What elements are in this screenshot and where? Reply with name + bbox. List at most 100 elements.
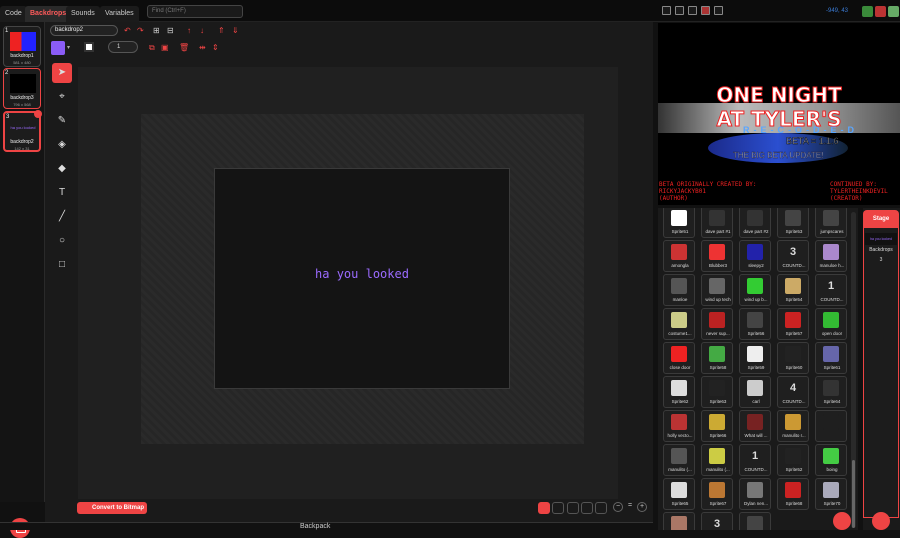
sprite-item[interactable]: Sprite53 <box>777 208 809 238</box>
backdrop-item-3[interactable]: 3 ha you looked backdrop2 142 x 31 <box>3 110 42 152</box>
fill-tool[interactable]: ◆ <box>52 159 72 179</box>
sprite-item[interactable]: What will ... <box>739 410 771 442</box>
sprite-item[interactable]: manuloe h... <box>815 240 847 272</box>
zoom-out-icon[interactable]: − <box>613 502 623 512</box>
small-stage-icon[interactable] <box>662 6 671 15</box>
forward-icon[interactable]: ↑ <box>187 27 195 35</box>
copy-icon[interactable]: ⧉ <box>149 44 157 52</box>
brush-size-icon[interactable] <box>567 502 579 514</box>
sprite-item[interactable]: holly vecto... <box>663 410 695 442</box>
sprite-item[interactable]: Sprite70 <box>815 478 847 510</box>
sprite-item[interactable]: Sprite63 <box>701 376 733 408</box>
sprite-item[interactable]: close door <box>663 342 695 374</box>
sprite-item[interactable]: Sprite66 <box>701 410 733 442</box>
select-tool[interactable]: ➤ <box>52 63 72 83</box>
sprite-item[interactable]: manulito (... <box>663 444 695 476</box>
bitmap-mode-icon[interactable] <box>552 502 564 514</box>
sprite-item[interactable]: Sprite52 <box>777 444 809 476</box>
rectangle-tool[interactable]: □ <box>52 255 72 275</box>
sprite-item[interactable]: Dylan nen... <box>739 478 771 510</box>
green-flag-icon[interactable] <box>862 6 873 17</box>
stage-thumbnail[interactable]: ha you looked <box>865 233 897 245</box>
stage-target-box[interactable] <box>863 228 899 518</box>
sprite-item[interactable]: Sprite65 <box>663 478 695 510</box>
find-input[interactable]: Find (Ctrl+F) <box>147 5 243 18</box>
sprite-item[interactable]: Sprite69 <box>663 512 695 530</box>
sprite-item[interactable]: Sprite54 <box>777 274 809 306</box>
sprite-item[interactable]: carl <box>739 376 771 408</box>
sprite-item[interactable]: amongla <box>663 240 695 272</box>
sprite-item[interactable]: manulito r... <box>777 410 809 442</box>
sprite-item[interactable]: sleepy2 <box>739 240 771 272</box>
canvas-text[interactable]: ha you looked <box>214 267 510 281</box>
eraser-size-icon[interactable] <box>581 502 593 514</box>
large-stage-icon[interactable] <box>688 6 697 15</box>
paint-canvas[interactable]: ha you looked <box>78 67 618 499</box>
sprite-item[interactable]: Sprite51 <box>663 208 695 238</box>
chevron-down-icon[interactable]: ▾ <box>67 44 75 52</box>
stage-view[interactable]: ONE NIGHT AT TYLER'S R-E-C-O-D-E-D BETA … <box>658 23 900 205</box>
flip-horizontal-icon[interactable]: ⇹ <box>199 44 207 52</box>
sprite-item[interactable]: 1 COUNTD... <box>815 274 847 306</box>
stop-icon[interactable] <box>875 6 886 17</box>
front-icon[interactable]: ⇑ <box>218 27 226 35</box>
sprite-item[interactable]: wind up b... <box>739 274 771 306</box>
brush-tool[interactable]: ✎ <box>52 111 72 131</box>
sprite-item[interactable]: 1 COUNTD... <box>739 444 771 476</box>
back-icon[interactable]: ⇓ <box>232 27 240 35</box>
costume-name-input[interactable]: backdrop2 <box>50 25 118 36</box>
eraser-tool[interactable]: ◈ <box>52 135 72 155</box>
flip-vertical-icon[interactable]: ⇕ <box>212 44 220 52</box>
line-tool[interactable]: ╱ <box>52 207 72 227</box>
tab-backdrops[interactable]: Backdrops <box>25 6 72 22</box>
sprite-item[interactable]: Sprite61 <box>815 342 847 374</box>
paste-icon[interactable]: ▣ <box>161 44 169 52</box>
backward-icon[interactable]: ↓ <box>200 27 208 35</box>
backdrop-item-1[interactable]: 1 backdrop1 581 x 480 <box>3 26 41 67</box>
sprite-item[interactable]: manloe <box>663 274 695 306</box>
sprite-item[interactable]: Sprite59 <box>739 342 771 374</box>
backpack-label[interactable]: Backpack <box>300 523 330 530</box>
reshape-tool[interactable]: ⌖ <box>52 87 72 107</box>
tab-variables[interactable]: Variables <box>100 6 139 22</box>
sprite-item[interactable]: Sprite57 <box>777 308 809 340</box>
ungroup-icon[interactable]: ⊟ <box>167 27 175 35</box>
sprite-item[interactable]: manulito (... <box>701 444 733 476</box>
choose-sprite-button[interactable] <box>833 512 851 530</box>
sprite-item[interactable] <box>815 410 847 442</box>
turbo-icon[interactable] <box>888 6 899 17</box>
sprite-item[interactable]: 4 COUNTD... <box>777 376 809 408</box>
tab-code[interactable]: Code <box>0 6 27 22</box>
sprite-item[interactable]: hes-alway... <box>739 512 771 530</box>
fill-color-swatch[interactable] <box>51 41 65 55</box>
sprite-item[interactable]: never sup... <box>701 308 733 340</box>
redo-icon[interactable]: ↷ <box>137 27 145 35</box>
fullscreen-icon[interactable] <box>714 6 723 15</box>
sprite-item[interactable]: boing <box>815 444 847 476</box>
outline-width-input[interactable]: 1 <box>108 41 138 53</box>
sprite-list-scroll-thumb[interactable] <box>852 460 855 528</box>
group-icon[interactable]: ⊞ <box>153 27 161 35</box>
delete-icon[interactable]: 🗑 <box>179 44 189 52</box>
sprite-item[interactable]: Sprite67 <box>701 478 733 510</box>
sprite-item[interactable]: Sprite68 <box>777 478 809 510</box>
sprite-item[interactable]: Sprite64 <box>815 376 847 408</box>
vector-mode-icon[interactable] <box>538 502 550 514</box>
outline-color-swatch[interactable] <box>84 42 94 52</box>
choose-backdrop-stage-button[interactable] <box>872 512 890 530</box>
stage-mode-icon[interactable] <box>701 6 710 15</box>
stage-header[interactable]: Stage <box>863 210 899 228</box>
zoom-reset-button[interactable]: = <box>625 502 635 512</box>
convert-to-bitmap-button[interactable]: Convert to Bitmap <box>77 502 147 514</box>
zoom-in-icon[interactable]: + <box>637 502 647 512</box>
sprite-item[interactable]: wind up tech <box>701 274 733 306</box>
sprite-item[interactable]: jumpscares <box>815 208 847 238</box>
undo-icon[interactable]: ↶ <box>124 27 132 35</box>
delete-icon[interactable] <box>34 110 42 118</box>
backdrop-item-2[interactable]: 2 backdrop3 796 x 568 <box>3 68 41 109</box>
sprite-item[interactable]: Sprite56 <box>739 308 771 340</box>
tab-sounds[interactable]: Sounds <box>66 6 100 22</box>
sprite-item[interactable]: Blubber3 <box>701 240 733 272</box>
sprite-item[interactable]: open door <box>815 308 847 340</box>
sprite-item[interactable]: 3COUNTD... <box>701 512 733 530</box>
